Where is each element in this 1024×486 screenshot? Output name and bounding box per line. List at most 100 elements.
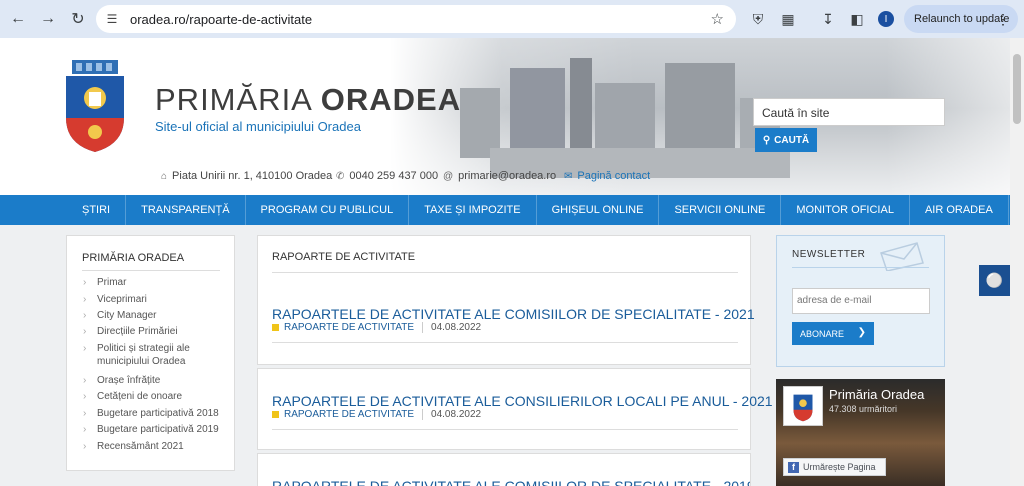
contact-page-link[interactable]: ✉ Pagină contact	[564, 170, 650, 182]
facebook-page-logo[interactable]	[783, 386, 823, 426]
accessibility-icon[interactable]: ⚪	[979, 265, 1010, 296]
chevron-right-icon: ›	[83, 375, 87, 386]
email-field[interactable]: adresa de e-mail	[792, 288, 930, 314]
nav-item-transparenta[interactable]: TRANSPARENȚĂ	[126, 195, 246, 225]
subscribe-button[interactable]: ABONARE ❯	[792, 322, 874, 345]
article-category[interactable]: RAPOARTE DE ACTIVITATE	[284, 409, 414, 420]
reload-icon[interactable]: ↻	[64, 5, 92, 33]
site-settings-icon[interactable]: ☰	[104, 11, 120, 27]
search-button-label: CAUTĂ	[774, 134, 810, 146]
article-list-panel: RAPOARTE DE ACTIVITATE RAPOARTELE DE ACT…	[257, 235, 755, 365]
follow-label: Urmărește Pagina	[803, 462, 876, 472]
article-category[interactable]: RAPOARTE DE ACTIVITATE	[284, 322, 414, 333]
chevron-right-icon: ›	[83, 391, 87, 402]
back-icon[interactable]: ←	[4, 5, 32, 33]
envelope-icon: ✉	[564, 170, 573, 182]
chevron-right-icon: ›	[83, 310, 87, 321]
article-card: RAPOARTELE DE ACTIVITATE ALE COMISIILOR …	[257, 453, 751, 486]
menu-dots-icon[interactable]: ⋮	[996, 11, 1010, 28]
sidebar-item-primar[interactable]: › Primar	[83, 276, 225, 289]
url-text: oradea.ro/rapoarte-de-activitate	[130, 11, 313, 27]
nav-item-ghiseul[interactable]: GHIȘEUL ONLINE	[537, 195, 660, 225]
article-date: 04.08.2022	[431, 409, 482, 420]
contact-link-text[interactable]: Pagină contact	[577, 170, 650, 182]
nav-item-air[interactable]: AIR ORADEA	[910, 195, 1009, 225]
chevron-right-icon: ›	[83, 424, 87, 435]
meta-separator	[422, 409, 424, 420]
home-icon: ⌂	[161, 170, 168, 182]
chevron-right-icon: ›	[83, 343, 87, 354]
chevron-right-icon: ›	[83, 326, 87, 337]
article-title[interactable]: RAPOARTELE DE ACTIVITATE ALE COMISIILOR …	[272, 478, 750, 486]
facebook-followers: 47.308 urmăritori	[829, 404, 898, 414]
at-icon: @	[443, 170, 454, 182]
facebook-page-name[interactable]: Primăria Oradea	[829, 387, 924, 402]
article-title[interactable]: RAPOARTELE DE ACTIVITATE ALE COMISIILOR …	[272, 306, 755, 322]
facebook-page-widget[interactable]: Primăria Oradea 47.308 urmăritori f Urmă…	[776, 379, 945, 486]
page-scrollbar[interactable]	[1010, 38, 1024, 486]
meta-separator	[422, 322, 424, 333]
sidebar-divider	[82, 270, 220, 271]
sidebar-item-viceprimari[interactable]: › Viceprimari	[83, 293, 225, 306]
phone-info: ✆ 0040 259 437 000	[336, 170, 438, 182]
chevron-right-icon: ›	[83, 408, 87, 419]
newsletter-widget: NEWSLETTER adresa de e-mail ABONARE ❯	[776, 235, 945, 367]
phone-text: 0040 259 437 000	[349, 170, 439, 182]
email-text[interactable]: primarie@oradea.ro	[458, 170, 556, 182]
facebook-icon: f	[788, 461, 799, 473]
article-date: 04.08.2022	[431, 322, 482, 333]
sidebar-menu: PRIMĂRIA ORADEA › Primar › Viceprimari › Ci…	[66, 235, 235, 471]
scrollbar-thumb[interactable]	[1013, 54, 1021, 124]
subscribe-label: ABONARE	[800, 328, 845, 339]
site-title[interactable]: PRIMĂRIA ORADEA	[155, 82, 461, 118]
phone-icon: ✆	[336, 170, 345, 182]
extensions-puzzle-icon[interactable]: ▦	[778, 9, 798, 29]
nav-item-stiri[interactable]: ȘTIRI	[0, 195, 127, 225]
search-icon: ⚲	[762, 134, 771, 146]
sidebar-item-orase[interactable]: › Orașe înfrățite	[83, 374, 225, 387]
chevron-right-icon: ❯	[857, 327, 866, 338]
side-panel-icon[interactable]: ◧	[847, 9, 867, 29]
search-input[interactable]: Caută în site	[753, 98, 945, 126]
page-title: RAPOARTE DE ACTIVITATE	[272, 251, 416, 263]
sidebar-item-bugetare-2018[interactable]: › Bugetare participativă 2018	[83, 407, 225, 420]
nav-item-taxe[interactable]: TAXE ȘI IMPOZITE	[409, 195, 537, 225]
newsletter-heading: NEWSLETTER	[792, 249, 866, 260]
sidebar-item-city-manager[interactable]: › City Manager	[83, 309, 225, 322]
sidebar-item-bugetare-2019[interactable]: › Bugetare participativă 2019	[83, 423, 225, 436]
email-info[interactable]: @ primarie@oradea.ro	[443, 170, 556, 182]
download-icon[interactable]: ↧	[818, 9, 838, 29]
bookmark-star-icon[interactable]: ☆	[711, 10, 724, 28]
main-navigation: ȘTIRI TRANSPARENȚĂ PROGRAM CU PUBLICUL T…	[0, 195, 1010, 225]
sidebar-item-recensamant[interactable]: › Recensământ 2021	[83, 440, 225, 453]
article-divider	[272, 342, 738, 343]
chevron-right-icon: ›	[83, 441, 87, 452]
search-button[interactable]: ⚲ CAUTĂ	[755, 128, 817, 152]
sidebar-item-politici[interactable]: › Politici și strategii ale municipiului …	[83, 342, 225, 368]
category-marker	[272, 411, 279, 418]
article-divider	[272, 429, 738, 430]
forward-icon[interactable]: →	[34, 5, 62, 33]
follow-page-button[interactable]: f Urmărește Pagina	[783, 458, 886, 476]
relaunch-button[interactable]: Relaunch to update ⋮	[904, 5, 1018, 33]
address-bar[interactable]: ☰ oradea.ro/rapoarte-de-activitate ☆	[96, 5, 736, 33]
nav-item-servicii[interactable]: SERVICII ONLINE	[659, 195, 782, 225]
title-divider	[272, 272, 738, 273]
sidebar-item-directii[interactable]: › Direcțiile Primăriei	[83, 325, 225, 338]
shield-extension-icon[interactable]: ⛨	[748, 9, 768, 29]
site-title-bold: ORADEA	[320, 82, 462, 117]
article-card: RAPOARTELE DE ACTIVITATE ALE CONSILIERIL…	[257, 368, 773, 450]
address-info: ⌂ Piata Unirii nr. 1, 410100 Oradea	[161, 170, 332, 182]
sidebar-heading: PRIMĂRIA ORADEA	[82, 252, 185, 264]
category-marker	[272, 324, 279, 331]
chevron-right-icon: ›	[83, 294, 87, 305]
city-crest-logo	[66, 60, 124, 152]
chevron-right-icon: ›	[83, 277, 87, 288]
nav-item-monitor[interactable]: MONITOR OFICIAL	[781, 195, 910, 225]
sidebar-item-cetateni[interactable]: › Cetățeni de onoare	[83, 390, 225, 403]
newsletter-divider	[792, 267, 929, 268]
article-title[interactable]: RAPOARTELE DE ACTIVITATE ALE CONSILIERIL…	[272, 393, 773, 409]
article-meta: RAPOARTE DE ACTIVITATE 04.08.2022	[272, 409, 481, 420]
nav-item-program[interactable]: PROGRAM CU PUBLICUL	[246, 195, 410, 225]
profile-avatar[interactable]: I	[878, 11, 894, 27]
